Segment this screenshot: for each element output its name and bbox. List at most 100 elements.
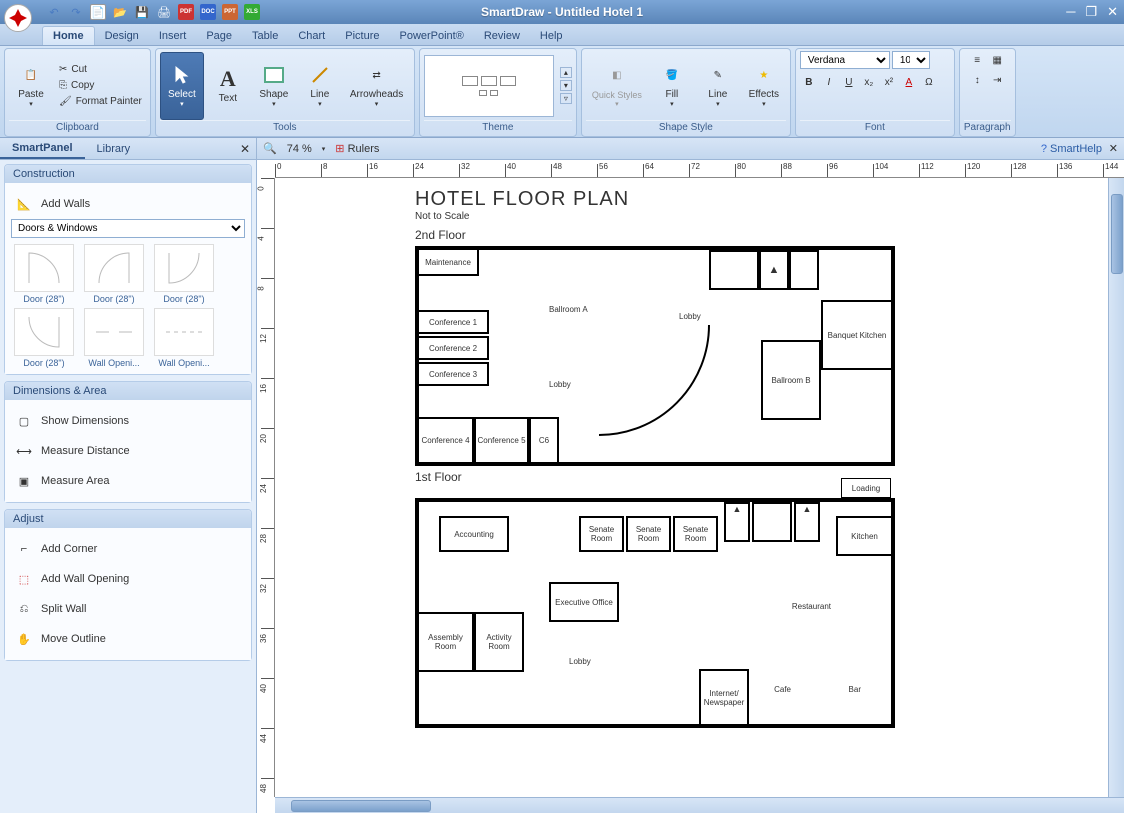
align-button[interactable]: ▦: [988, 51, 1006, 69]
scrollbar-horizontal[interactable]: [275, 797, 1124, 813]
redo-icon[interactable]: ↷: [68, 4, 84, 20]
print-icon[interactable]: 🖨: [156, 4, 172, 20]
tab-picture[interactable]: Picture: [335, 27, 389, 45]
app-logo[interactable]: [4, 4, 32, 32]
super-button[interactable]: x²: [880, 73, 898, 91]
copy-button[interactable]: ⎘Copy: [55, 78, 146, 93]
arrowheads-button[interactable]: ⇄Arrowheads▾: [344, 52, 409, 120]
tab-chart[interactable]: Chart: [288, 27, 335, 45]
smarthelp-link[interactable]: ? SmartHelp: [1041, 143, 1102, 155]
font-size-select[interactable]: 10: [892, 51, 930, 69]
tab-insert[interactable]: Insert: [149, 27, 197, 45]
zoom-icon[interactable]: 🔍: [263, 142, 277, 155]
theme-preview[interactable]: [424, 55, 554, 117]
ppt-icon[interactable]: PPT: [222, 4, 238, 20]
arrowheads-icon: ⇄: [365, 63, 389, 87]
shapeline-button[interactable]: ✎Line▾: [696, 52, 740, 120]
move-outline-button[interactable]: ✋Move Outline: [11, 624, 245, 654]
pencil-icon: ✎: [706, 63, 730, 87]
door-item-2[interactable]: Door (28"): [151, 244, 217, 304]
minimize-icon[interactable]: ─: [1066, 4, 1075, 20]
new-icon[interactable]: 📄: [90, 4, 106, 20]
format-painter-button[interactable]: 🖌Format Painter: [55, 94, 146, 109]
add-wall-opening-button[interactable]: ⬚Add Wall Opening: [11, 564, 245, 594]
cut-button[interactable]: ✂Cut: [55, 62, 146, 77]
save-icon[interactable]: 💾: [134, 4, 150, 20]
shape-button[interactable]: Shape▾: [252, 52, 296, 120]
ruler-horizontal: 0816243240485664728088961041121201281361…: [275, 160, 1124, 178]
wall-open-item-0[interactable]: Wall Openi...: [81, 308, 147, 368]
panel-close-icon[interactable]: ✕: [240, 142, 250, 156]
drawing-page[interactable]: HOTEL FLOOR PLAN Not to Scale 2nd Floor …: [275, 178, 1108, 797]
paste-button[interactable]: 📋Paste▾: [9, 52, 53, 120]
door-item-0[interactable]: Door (28"): [11, 244, 77, 304]
theme-next-icon[interactable]: ▾: [560, 80, 572, 91]
scroll-thumb-h[interactable]: [291, 800, 431, 812]
xls-icon[interactable]: XLS: [244, 4, 260, 20]
open-icon[interactable]: 📂: [112, 4, 128, 20]
tab-home[interactable]: Home: [42, 26, 95, 45]
rulers-toggle[interactable]: ⊞ Rulers: [335, 142, 379, 155]
door-item-3[interactable]: Door (28"): [11, 308, 77, 368]
hand-icon: ✋: [15, 630, 33, 648]
scrollbar-vertical[interactable]: [1108, 178, 1124, 797]
strike-button[interactable]: x₂: [860, 73, 878, 91]
floor1-plan: Loading Accounting Senate Room Senate Ro…: [415, 498, 895, 728]
zoom-level[interactable]: 74 %: [287, 143, 312, 155]
scroll-thumb-v[interactable]: [1111, 194, 1123, 274]
fill-button[interactable]: 🪣Fill▾: [650, 52, 694, 120]
tab-review[interactable]: Review: [474, 27, 530, 45]
spacing-button[interactable]: ↕: [968, 71, 986, 89]
wall-open-item-1[interactable]: Wall Openi...: [151, 308, 217, 368]
theme-more-icon[interactable]: ▿: [560, 93, 572, 104]
theme-prev-icon[interactable]: ▴: [560, 67, 572, 78]
bold-button[interactable]: B: [800, 73, 818, 91]
bullets-button[interactable]: ≡: [968, 51, 986, 69]
font-family-select[interactable]: Verdana: [800, 51, 890, 69]
door-item-1[interactable]: Door (28"): [81, 244, 147, 304]
room-senate1: Senate Room: [579, 516, 624, 552]
tab-powerpoint[interactable]: PowerPoint®: [389, 27, 473, 45]
measure-distance-button[interactable]: ⟷Measure Distance: [11, 436, 245, 466]
effects-button[interactable]: ★Effects▾: [742, 52, 786, 120]
room-conf5: Conference 5: [474, 417, 529, 462]
floor2-plan: Maintenance Ballroom A Lobby Banquet Kit…: [415, 246, 895, 466]
opening-icon: ⬚: [15, 570, 33, 588]
help-close-icon[interactable]: ✕: [1109, 142, 1118, 155]
floor2-label: 2nd Floor: [415, 228, 968, 242]
show-dimensions-button[interactable]: ▢Show Dimensions: [11, 406, 245, 436]
tab-table[interactable]: Table: [242, 27, 288, 45]
text-button[interactable]: AText: [206, 52, 250, 120]
add-corner-button[interactable]: ⌐Add Corner: [11, 534, 245, 564]
pdf-icon[interactable]: PDF: [178, 4, 194, 20]
doc-icon[interactable]: DOC: [200, 4, 216, 20]
undo-icon[interactable]: ↶: [46, 4, 62, 20]
measure-area-button[interactable]: ▣Measure Area: [11, 466, 245, 496]
room-loading: Loading: [841, 478, 891, 498]
tab-help[interactable]: Help: [530, 27, 573, 45]
tab-design[interactable]: Design: [95, 27, 149, 45]
room-senate2: Senate Room: [626, 516, 671, 552]
ruler-vertical: 04812162024283236404448: [257, 178, 275, 797]
add-walls-button[interactable]: 📐Add Walls: [11, 189, 245, 219]
tab-smartpanel[interactable]: SmartPanel: [0, 139, 85, 159]
cut-icon: ✂: [59, 64, 67, 75]
select-button[interactable]: Select▾: [160, 52, 204, 120]
quick-styles-button[interactable]: ◧Quick Styles▾: [586, 52, 648, 120]
room-executive: Executive Office: [549, 582, 619, 622]
line-button[interactable]: Line▾: [298, 52, 342, 120]
doors-windows-select[interactable]: Doors & Windows: [11, 219, 245, 238]
room-cafe: Cafe: [774, 685, 791, 694]
room-conf1: Conference 1: [419, 310, 489, 334]
indent-button[interactable]: ⇥: [988, 71, 1006, 89]
restore-icon[interactable]: ❐: [1085, 4, 1097, 20]
rulers-icon: ⊞: [335, 143, 344, 155]
split-wall-button[interactable]: ⎌Split Wall: [11, 594, 245, 624]
symbol-button[interactable]: Ω: [920, 73, 938, 91]
italic-button[interactable]: I: [820, 73, 838, 91]
font-color-button[interactable]: A: [900, 73, 918, 91]
tab-library[interactable]: Library: [85, 140, 143, 158]
close-icon[interactable]: ✕: [1107, 4, 1118, 20]
tab-page[interactable]: Page: [196, 27, 242, 45]
underline-button[interactable]: U: [840, 73, 858, 91]
